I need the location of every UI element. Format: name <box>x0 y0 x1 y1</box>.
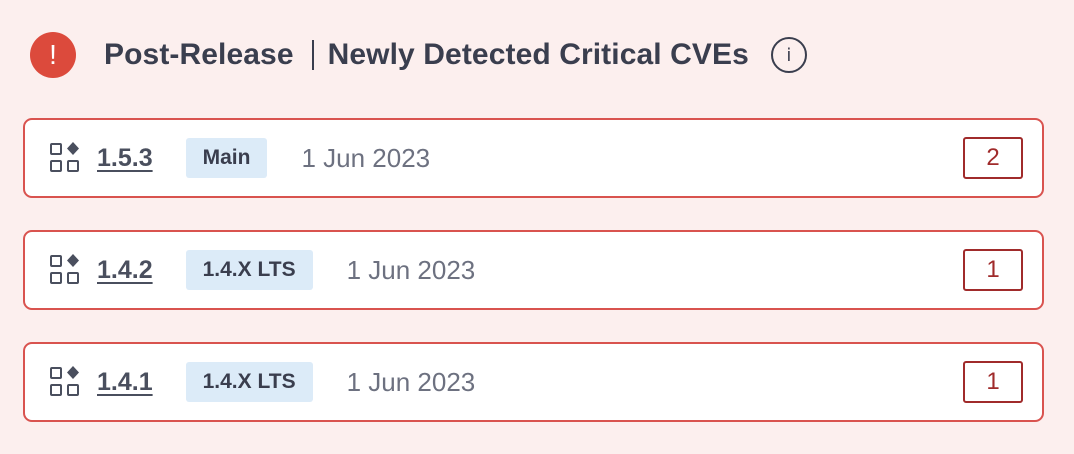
release-date: 1 Jun 2023 <box>301 142 431 173</box>
card-header: ! Post-Release Newly Detected Critical C… <box>30 32 807 78</box>
critical-count-badge[interactable]: 1 <box>963 249 1023 291</box>
apps-grid-icon <box>50 254 79 284</box>
release-date: 1 Jun 2023 <box>346 366 476 397</box>
version-link[interactable]: 1.5.3 <box>97 144 153 173</box>
release-list: 1.5.3 Main 1 Jun 2023 2 1.4.2 1.4.X LTS … <box>23 118 1044 454</box>
release-row: 1.4.1 1.4.X LTS 1 Jun 2023 1 <box>23 342 1044 422</box>
apps-grid-icon <box>50 366 79 396</box>
alert-circle-icon: ! <box>30 32 76 78</box>
version-link[interactable]: 1.4.2 <box>97 256 153 285</box>
release-row: 1.4.2 1.4.X LTS 1 Jun 2023 1 <box>23 230 1044 310</box>
release-row: 1.5.3 Main 1 Jun 2023 2 <box>23 118 1044 198</box>
critical-count-badge[interactable]: 1 <box>963 361 1023 403</box>
title-separator <box>311 40 314 70</box>
version-link[interactable]: 1.4.1 <box>97 368 153 397</box>
alert-glyph: ! <box>49 39 57 70</box>
info-icon[interactable]: i <box>770 37 807 73</box>
apps-grid-icon <box>50 142 79 172</box>
title-prefix: Post-Release <box>104 38 294 71</box>
branch-badge: 1.4.X LTS <box>185 250 313 290</box>
release-date: 1 Jun 2023 <box>346 254 476 285</box>
branch-badge: 1.4.X LTS <box>185 362 313 402</box>
page-title: Newly Detected Critical CVEs <box>327 38 749 71</box>
branch-badge: Main <box>185 138 268 178</box>
critical-count-badge[interactable]: 2 <box>963 137 1023 179</box>
info-glyph: i <box>786 44 792 66</box>
